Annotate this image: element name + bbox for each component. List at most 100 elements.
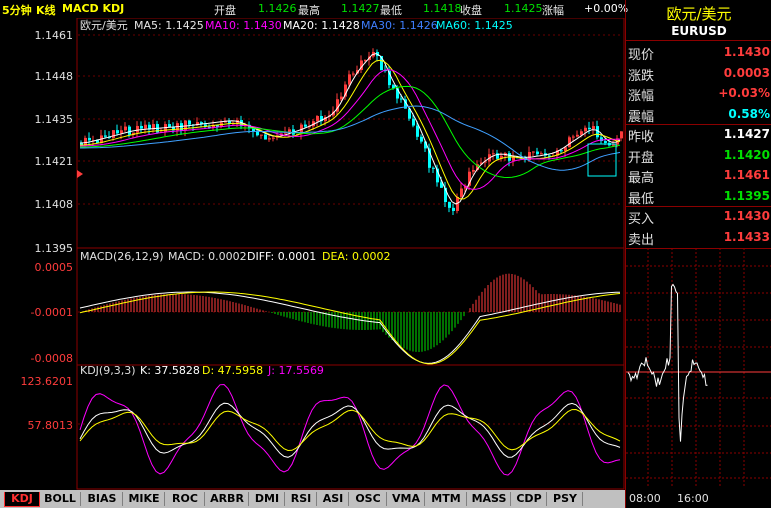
quote-row: 卖出 1.1433 bbox=[626, 228, 771, 249]
macd-histogram bbox=[82, 273, 621, 352]
candle-body bbox=[288, 129, 291, 132]
candle-body bbox=[104, 135, 107, 137]
candle-body bbox=[580, 131, 583, 135]
quote-value: 1.1430 bbox=[723, 209, 770, 223]
high-label: 最高 bbox=[298, 4, 320, 17]
candle-body bbox=[136, 125, 139, 133]
candle-body bbox=[460, 188, 463, 197]
tab-psy[interactable]: PSY bbox=[548, 492, 583, 506]
tab-cdp[interactable]: CDP bbox=[512, 492, 547, 506]
candle-body bbox=[584, 127, 587, 132]
quote-row: 开盘 1.1420 bbox=[626, 146, 771, 167]
ma-legend: 欧元/美元 MA5: 1.1425 MA10: 1.1430 MA20: 1.1… bbox=[80, 19, 513, 32]
macd-diff: DIFF: 0.0001 bbox=[247, 250, 316, 263]
quote-symbol-name: 欧元/美元 bbox=[666, 5, 732, 23]
quote-row: 现价 1.1430 bbox=[626, 43, 771, 64]
macd-y-tick: -0.0001 bbox=[31, 306, 73, 319]
kdj-legend: KDJ(9,3,3) K: 37.5828 D: 47.5958 J: 17.5… bbox=[80, 364, 324, 377]
main-y-tick: 1.1421 bbox=[35, 155, 74, 168]
tab-osc[interactable]: OSC bbox=[350, 492, 387, 506]
quote-value: 1.1420 bbox=[723, 147, 770, 162]
high-value: 1.1427 bbox=[341, 2, 380, 15]
kdj-y-tick: 123.6201 bbox=[21, 375, 74, 388]
close-label: 收盘 bbox=[460, 4, 482, 17]
tab-asi[interactable]: ASI bbox=[318, 492, 349, 506]
candle-body bbox=[124, 126, 127, 131]
quote-value: 1.1461 bbox=[723, 168, 770, 182]
tab-dmi[interactable]: DMI bbox=[250, 492, 285, 506]
macd-y-tick: -0.0008 bbox=[31, 352, 73, 365]
quote-label: 昨收 bbox=[628, 130, 655, 145]
tab-boll[interactable]: BOLL bbox=[40, 492, 81, 506]
quote-row: 买入 1.1430 bbox=[626, 207, 771, 228]
tab-mike[interactable]: MIKE bbox=[124, 492, 165, 506]
tab-arbr[interactable]: ARBR bbox=[206, 492, 249, 506]
main-y-tick: 1.1461 bbox=[35, 29, 74, 42]
candle-body bbox=[536, 151, 539, 155]
quote-label: 最低 bbox=[628, 191, 655, 207]
ma5-label: MA5: 1.1425 bbox=[134, 19, 204, 32]
macd-legend: MACD(26,12,9) MACD: 0.0002 DIFF: 0.0001 … bbox=[80, 250, 390, 263]
tab-bias[interactable]: BIAS bbox=[82, 492, 123, 506]
candle-body bbox=[576, 134, 579, 137]
tab-rsi[interactable]: RSI bbox=[286, 492, 317, 506]
quote-label: 开盘 bbox=[628, 150, 655, 166]
symbol-label: 欧元/美元 bbox=[80, 19, 128, 32]
chart-canvas[interactable]: 1.1461 1.1448 1.1435 1.1421 1.1408 1.139… bbox=[0, 18, 625, 490]
quote-value: 1.1433 bbox=[723, 229, 770, 244]
candle-body bbox=[140, 125, 143, 129]
kdj-j: J: 17.5569 bbox=[267, 364, 324, 377]
candle-body bbox=[144, 124, 147, 129]
kdj-d: D: 47.5958 bbox=[202, 364, 263, 377]
main-y-tick: 1.1408 bbox=[35, 198, 74, 211]
k-line bbox=[79, 402, 621, 458]
low-label: 最低 bbox=[380, 4, 402, 17]
main-y-tick: 1.1448 bbox=[35, 70, 74, 83]
candle-body bbox=[120, 130, 123, 134]
ma10-label: MA10: 1.1430 bbox=[205, 19, 282, 32]
macd-y-tick: 0.0005 bbox=[35, 261, 74, 274]
quote-label: 最高 bbox=[628, 171, 655, 186]
tab-vma[interactable]: VMA bbox=[388, 492, 425, 506]
intraday-tick-chart[interactable]: 08:00 16:00 bbox=[626, 248, 771, 508]
candle-body bbox=[612, 144, 615, 146]
candle-body bbox=[472, 170, 475, 172]
candle-body bbox=[620, 131, 623, 139]
chart-info-bar: 5分钟 K线 MACD KDJ 开盘 1.1426 最高 1.1427 最低 1… bbox=[0, 0, 629, 18]
main-y-tick: 1.1395 bbox=[35, 242, 74, 255]
quote-value: 0.0003 bbox=[723, 65, 770, 80]
quote-label: 买入 bbox=[628, 212, 655, 227]
tab-mtm[interactable]: MTM bbox=[426, 492, 467, 506]
d-line bbox=[79, 408, 621, 452]
open-value: 1.1426 bbox=[258, 2, 297, 15]
quote-panel: 欧元/美元 EURUSD 现价 1.1430 涨跌 0.0003 涨幅 +0.03% 震幅 0… bbox=[625, 0, 771, 508]
candle-body bbox=[272, 137, 275, 139]
tab-roc[interactable]: ROC bbox=[166, 492, 205, 506]
quote-label: 震幅 bbox=[628, 109, 655, 125]
main-y-axis: 1.1461 1.1448 1.1435 1.1421 1.1408 1.139… bbox=[35, 29, 74, 255]
macd-value: MACD: 0.0002 bbox=[168, 250, 247, 263]
quote-label: 现价 bbox=[628, 48, 655, 63]
candle-body bbox=[260, 134, 263, 136]
tab-mass[interactable]: MASS bbox=[468, 492, 511, 506]
quote-label: 卖出 bbox=[628, 232, 655, 248]
change-value: +0.00% bbox=[584, 2, 629, 15]
quote-value: +0.03% bbox=[718, 86, 770, 100]
chart-kind-label: K线 bbox=[36, 4, 56, 17]
ma20-label: MA20: 1.1428 bbox=[283, 19, 360, 32]
main-y-tick: 1.1435 bbox=[35, 113, 74, 126]
kdj-title: KDJ(9,3,3) bbox=[80, 364, 136, 377]
kdj-lines bbox=[79, 383, 621, 476]
tab-kdj[interactable]: KDJ bbox=[4, 492, 40, 507]
macd-dea: DEA: 0.0002 bbox=[322, 250, 390, 263]
time-tick: 08:00 bbox=[629, 492, 661, 505]
candle-body bbox=[572, 136, 575, 138]
kdj-y-axis: 123.6201 57.8013 bbox=[21, 375, 74, 432]
candle-body bbox=[420, 136, 423, 142]
candle-body bbox=[348, 74, 351, 85]
quote-value: 1.1395 bbox=[723, 188, 770, 203]
quote-row: 涨跌 0.0003 bbox=[626, 64, 771, 85]
quote-row: 震幅 0.58% bbox=[626, 105, 771, 126]
quote-label: 涨跌 bbox=[628, 68, 655, 84]
candle-body bbox=[128, 126, 131, 135]
